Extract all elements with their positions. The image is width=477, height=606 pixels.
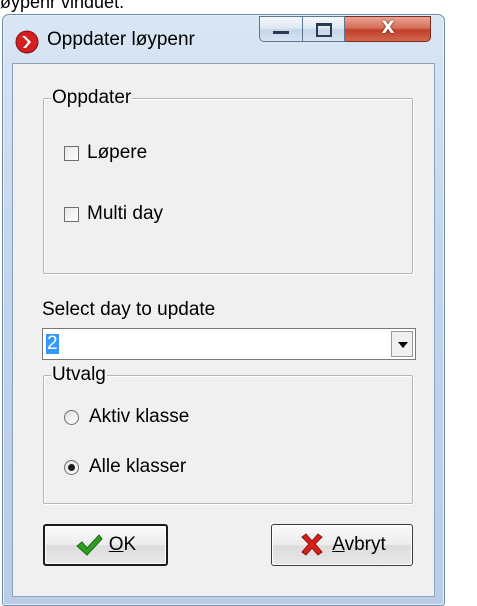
update-group-label: Oppdater [51,87,133,108]
app-logo-icon [15,30,39,54]
alle-klasser-radio[interactable] [64,459,79,475]
checkbox-multi-day[interactable]: Multi day [64,203,163,225]
select-day-label: Select day to update [42,299,216,320]
checkbox-lopere[interactable]: Løpere [64,142,147,164]
close-button[interactable]: X [345,16,431,42]
ok-button[interactable]: OK [43,524,168,566]
minimize-icon [273,31,289,34]
aktiv-klasse-radio[interactable] [64,409,79,425]
cancel-button[interactable]: Avbryt [271,524,413,566]
maximize-icon [316,23,332,37]
maximize-button[interactable] [303,16,345,42]
radio-aktiv-klasse[interactable]: Aktiv klasse [64,406,189,428]
cancel-button-label: Avbryt [332,534,386,555]
day-select-value: 2 [46,333,59,354]
update-groupbox: Oppdater Løpere Multi day [43,88,413,274]
checkmark-icon [75,534,103,556]
close-icon: X [381,18,395,38]
radio-alle-klasser[interactable]: Alle klasser [64,456,186,478]
lopere-checkbox[interactable] [64,145,79,161]
title-bar[interactable]: Oppdater løypenr X [3,15,444,63]
lopere-label: Løpere [87,142,148,163]
dialog-window: Oppdater løypenr X Oppdater Løpere Multi [2,14,445,606]
multi-day-checkbox[interactable] [64,206,79,222]
day-select-combobox[interactable]: 2 [42,328,416,360]
selection-groupbox: Utvalg Aktiv klasse Alle klasser [43,365,413,504]
selection-group-label: Utvalg [51,364,107,385]
minimize-button[interactable] [259,16,303,42]
multi-day-label: Multi day [87,203,164,224]
chevron-down-icon[interactable] [391,331,413,357]
ok-button-label: OK [108,534,137,555]
dialog-body: Oppdater Løpere Multi day Select day to … [12,63,435,597]
cross-icon [301,533,323,556]
aktiv-klasse-label: Aktiv klasse [89,406,190,427]
alle-klasser-label: Alle klasser [89,456,187,477]
window-controls: X [259,16,431,44]
window-title: Oppdater løypenr [47,29,195,50]
background-caption: øypenr vinduet. [0,0,125,12]
